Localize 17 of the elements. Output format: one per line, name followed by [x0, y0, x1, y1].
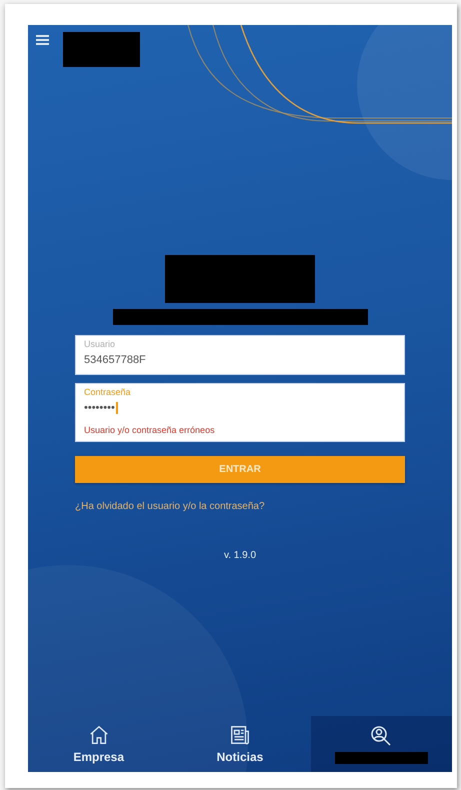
field-label: Usuario: [84, 339, 116, 349]
version-text: v. 1.9.0: [224, 550, 256, 561]
field-label: Contraseña: [84, 387, 132, 397]
forgot-password-link[interactable]: ¿Ha olvidado el usuario y/o la contraseña?: [75, 501, 265, 512]
home-icon: [88, 724, 110, 746]
tab-label: Empresa: [73, 750, 124, 764]
error-message: Usuario y/o contraseña erróneos: [84, 425, 216, 435]
input-field[interactable]: Usuario 534657788F: [75, 335, 405, 375]
field-value: ••••••••: [84, 402, 118, 414]
menu-icon[interactable]: [36, 35, 49, 45]
nav-tab[interactable]: Empresa: [28, 716, 170, 772]
field-value: 534657788F: [84, 354, 146, 366]
tab-label: Noticias: [216, 750, 264, 764]
nav-tab[interactable]: Noticias: [169, 716, 311, 772]
person-search-icon: [369, 724, 394, 748]
newspaper-icon: [228, 724, 251, 746]
input-field[interactable]: Contraseña •••••••• Usuario y/o contraseña erróneos: [75, 383, 405, 442]
